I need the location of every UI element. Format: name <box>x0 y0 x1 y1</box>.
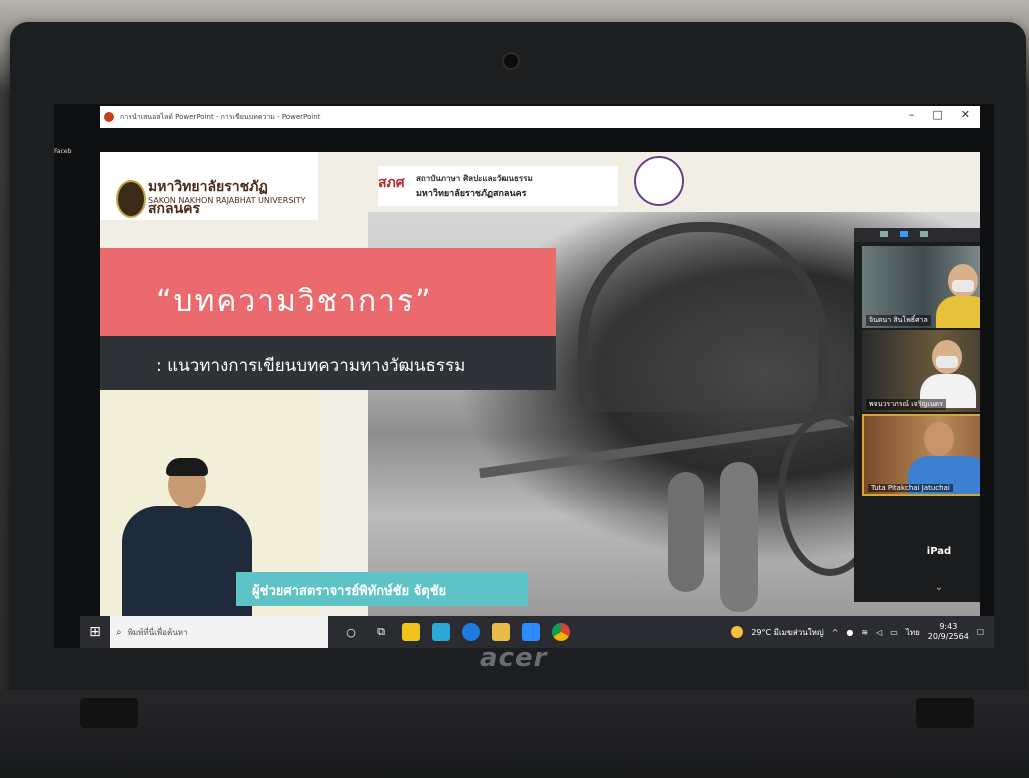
speaker-view-icon[interactable] <box>900 231 908 237</box>
notification-icon[interactable]: ☐ <box>977 628 984 637</box>
participant-name: จินตนา สินโพธิ์ศาล <box>866 315 931 326</box>
participant-tile[interactable]: จินตนา สินโพธิ์ศาล <box>862 246 980 328</box>
participant-body <box>936 296 980 328</box>
volume-icon[interactable]: ◁ <box>876 628 882 637</box>
maximize-icon[interactable]: □ <box>932 108 942 121</box>
child-figure <box>668 472 704 592</box>
laptop-keyboard-deck <box>0 690 1029 778</box>
flower-emblem-icon <box>634 156 684 206</box>
zoom-toolbar <box>854 228 980 242</box>
ipad-tile-label[interactable]: iPad <box>854 546 980 557</box>
edge-icon[interactable] <box>462 623 480 641</box>
laptop-brand-logo: acer <box>480 643 548 673</box>
speaker-band: ผู้ช่วยศาสตราจารย์พิทักษ์ชัย จัตุชัย <box>236 572 528 606</box>
powerpoint-titlebar: การนำเสนอสไลด์ PowerPoint - การเขียนบทคว… <box>100 106 980 128</box>
wifi-icon[interactable]: ≋ <box>861 628 868 637</box>
task-view-icon[interactable]: ⧉ <box>372 623 390 641</box>
speaker-body <box>122 506 252 616</box>
title-band: “บทความวิชาการ” <box>100 248 556 348</box>
participant-tile[interactable]: พจนวราภรณ์ เจริญเนตร <box>862 330 980 412</box>
speaker-photo <box>122 458 252 616</box>
zoom-app-icon[interactable] <box>522 623 540 641</box>
participant-name: Tuta Pitakchai Jatuchai <box>868 484 953 492</box>
cortana-icon[interactable]: ○ <box>342 623 360 641</box>
window-controls: – □ ✕ <box>909 108 970 121</box>
battery-icon[interactable]: ▭ <box>890 628 898 637</box>
participant-face <box>924 422 954 456</box>
minimize-icon[interactable] <box>880 231 888 237</box>
mail-icon[interactable] <box>432 623 450 641</box>
laptop: Faceb การนำเสนอสไลด์ PowerPoint - การเขี… <box>10 22 1026 722</box>
minimize-icon[interactable]: – <box>909 108 915 121</box>
institute-logo: สภศ สถาบันภาษา ศิลปะและวัฒนธรรม มหาวิทยา… <box>378 166 618 206</box>
taskbar-apps: ○ ⧉ <box>342 623 570 641</box>
hinge-right <box>916 698 974 728</box>
laptop-screen: Faceb การนำเสนอสไลด์ PowerPoint - การเขี… <box>54 104 994 648</box>
institute-name-line2: มหาวิทยาลัยราชภัฏสกลนคร <box>416 189 527 199</box>
cart-canopy <box>578 222 828 412</box>
store-icon[interactable] <box>402 623 420 641</box>
taskbar-search[interactable]: ⌕ พิมพ์ที่นี่เพื่อค้นหา <box>110 616 328 648</box>
clock-date: 20/9/2564 <box>927 632 969 641</box>
university-logo-bar: มหาวิทยาลัยราชภัฏสกลนคร SAKON NAKHON RAJ… <box>100 152 318 220</box>
microphone-icon[interactable]: ● <box>846 628 853 637</box>
file-explorer-icon[interactable] <box>492 623 510 641</box>
webcam <box>502 52 520 70</box>
chevron-up-icon[interactable]: ^ <box>832 628 839 637</box>
child-figure <box>720 462 758 612</box>
institute-name-line1: สถาบันภาษา ศิลปะและวัฒนธรรม <box>416 174 533 183</box>
grid-view-icon[interactable] <box>920 231 928 237</box>
participant-name: พจนวราภรณ์ เจริญเนตร <box>866 399 946 410</box>
slide-subtitle: : แนวทางการเขียนบทความทางวัฒนธรรม <box>156 356 466 376</box>
chevron-down-icon[interactable]: ⌄ <box>854 582 980 593</box>
clock[interactable]: 9:43 20/9/2564 <box>928 622 969 642</box>
face-mask <box>952 280 974 292</box>
subtitle-band: : แนวทางการเขียนบทความทางวัฒนธรรม <box>100 336 556 390</box>
face-mask <box>936 356 958 368</box>
weather-text[interactable]: 29°C มีเมฆส่วนใหญ่ <box>751 626 823 639</box>
clock-time: 9:43 <box>939 622 958 631</box>
window-title: การนำเสนอสไลด์ PowerPoint - การเขียนบทคว… <box>120 112 321 121</box>
slide-title: “บทความวิชาการ” <box>156 284 433 319</box>
weather-icon[interactable] <box>731 626 744 638</box>
powerpoint-app-icon <box>104 112 114 122</box>
zoom-gallery-panel[interactable]: จินตนา สินโพธิ์ศาล พจนวราภรณ์ เจริญเนตร … <box>854 228 980 602</box>
institute-mark: สภศ <box>378 175 405 191</box>
search-placeholder: พิมพ์ที่นี่เพื่อค้นหา <box>127 627 188 637</box>
input-language[interactable]: ไทย <box>906 626 920 639</box>
hinge-left <box>80 698 138 728</box>
background-browser-tab[interactable]: Faceb <box>54 148 100 156</box>
university-seal-icon <box>116 180 146 218</box>
system-tray: 29°C มีเมฆส่วนใหญ่ ^ ● ≋ ◁ ▭ ไทย 9:43 20… <box>731 616 984 648</box>
speaker-hair <box>166 458 208 476</box>
search-icon: ⌕ <box>116 626 122 638</box>
speaker-name: ผู้ช่วยศาสตราจารย์พิทักษ์ชัย จัตุชัย <box>252 584 447 599</box>
participant-tile-active[interactable]: Tuta Pitakchai Jatuchai <box>862 414 980 496</box>
chrome-icon[interactable] <box>552 623 570 641</box>
windows-start-icon[interactable]: ⊞ <box>80 624 110 640</box>
presentation-slide[interactable]: มหาวิทยาลัยราชภัฏสกลนคร SAKON NAKHON RAJ… <box>100 152 980 616</box>
close-icon[interactable]: ✕ <box>961 108 970 121</box>
university-name-english: SAKON NAKHON RAJABHAT UNIVERSITY <box>148 196 306 205</box>
